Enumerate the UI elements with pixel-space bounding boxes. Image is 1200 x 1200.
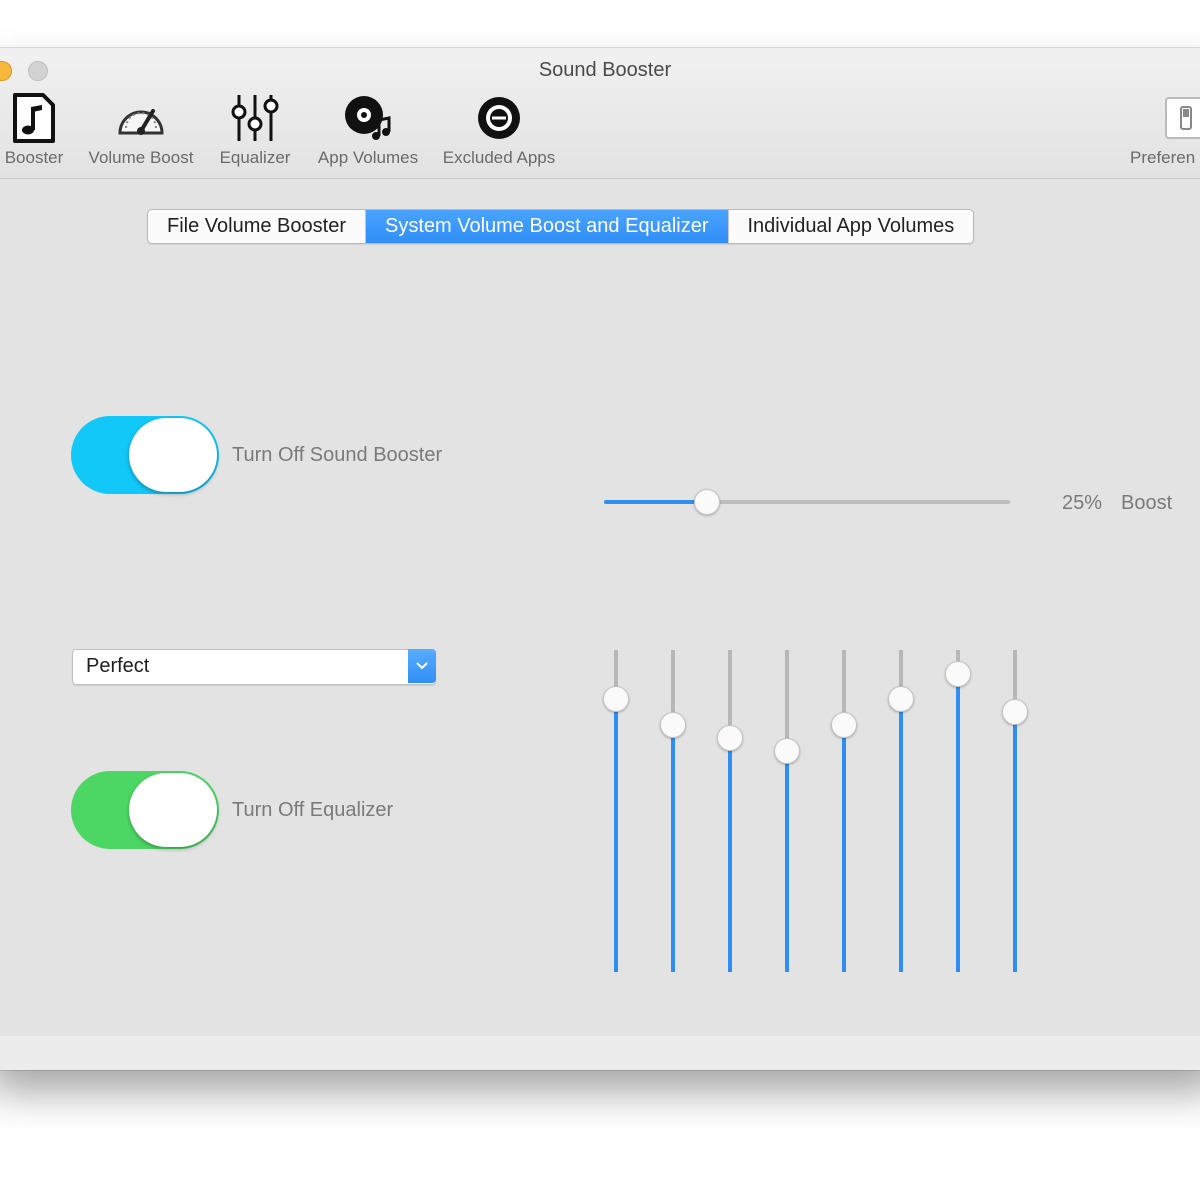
tab-system-volume-boost-and-equalizer[interactable]: System Volume Boost and Equalizer xyxy=(365,210,729,243)
toggle-knob xyxy=(129,418,217,492)
title-bar: Sound Booster Booster Volume Boost Equal… xyxy=(0,48,1200,179)
equalizer-band-slider[interactable] xyxy=(1002,650,1028,972)
speedometer-icon xyxy=(80,92,202,144)
equalizer-band-knob[interactable] xyxy=(831,712,857,739)
equalizer-band-slider[interactable] xyxy=(603,650,629,972)
toolbar-item-booster[interactable]: Booster xyxy=(0,92,70,168)
tab-file-volume-booster[interactable]: File Volume Booster xyxy=(148,210,366,243)
equalizer-band-slider[interactable] xyxy=(831,650,857,972)
equalizer-band-knob[interactable] xyxy=(717,724,743,751)
equalizer-band-slider[interactable] xyxy=(888,650,914,972)
toolbar-label: Equalizer xyxy=(219,148,291,167)
tab-individual-app-volumes[interactable]: Individual App Volumes xyxy=(729,210,974,243)
app-volumes-icon xyxy=(308,92,428,144)
equalizer-sliders-icon xyxy=(212,92,298,144)
equalizer-band-slider[interactable] xyxy=(945,650,971,972)
toolbar-label: App Volumes xyxy=(317,148,419,167)
equalizer-band-track xyxy=(728,650,732,737)
equalizer-band-knob[interactable] xyxy=(1002,699,1028,726)
equalizer-preset-value: Perfect xyxy=(86,655,150,677)
equalizer-band-fill xyxy=(1013,711,1017,972)
boost-slider[interactable] xyxy=(604,489,1010,515)
sound-booster-toggle-label: Turn Off Sound Booster xyxy=(232,444,443,466)
equalizer-band-fill xyxy=(614,698,618,972)
equalizer-toggle-label: Turn Off Equalizer xyxy=(232,799,394,821)
toggle-knob xyxy=(129,773,217,847)
toolbar-item-volume-boost[interactable]: Volume Boost xyxy=(80,92,202,168)
sound-booster-toggle[interactable] xyxy=(71,416,219,494)
boost-slider-knob[interactable] xyxy=(693,489,720,515)
boost-label: Boost xyxy=(1121,492,1173,514)
preferences-switch-icon xyxy=(1130,92,1200,144)
excluded-apps-icon xyxy=(432,92,566,144)
equalizer-band-fill xyxy=(842,724,846,972)
equalizer-band-slider[interactable] xyxy=(774,650,800,972)
equalizer-band-slider[interactable] xyxy=(660,650,686,972)
app-window: Sound Booster Booster Volume Boost Equal… xyxy=(0,48,1200,1070)
window-title: Sound Booster xyxy=(538,59,672,81)
window-bottom-bar xyxy=(0,1036,1200,1070)
boost-slider-fill xyxy=(604,500,706,504)
equalizer-band-track xyxy=(785,650,789,750)
equalizer-band-knob[interactable] xyxy=(660,712,686,739)
equalizer-toggle[interactable] xyxy=(71,771,219,849)
chevron-down-icon[interactable] xyxy=(408,649,436,683)
toolbar-item-app-volumes[interactable]: App Volumes xyxy=(308,92,428,168)
equalizer-band-slider[interactable] xyxy=(717,650,743,972)
tab-bar: File Volume Booster System Volume Boost … xyxy=(147,209,975,244)
music-file-icon xyxy=(0,92,70,144)
toolbar-item-excluded-apps[interactable]: Excluded Apps xyxy=(432,92,566,168)
equalizer-band-fill xyxy=(728,736,732,972)
equalizer-band-fill xyxy=(956,672,960,972)
toolbar-label: Excluded Apps xyxy=(442,148,556,167)
toolbar-item-preferences[interactable]: Preferen xyxy=(1130,92,1200,168)
equalizer-band-fill xyxy=(671,724,675,972)
equalizer-preset-select[interactable]: Perfect xyxy=(72,649,436,685)
toolbar-item-equalizer[interactable]: Equalizer xyxy=(212,92,298,168)
equalizer-band-fill xyxy=(785,749,789,972)
equalizer-band-fill xyxy=(899,698,903,972)
equalizer-band-knob[interactable] xyxy=(888,686,914,713)
equalizer-band-knob[interactable] xyxy=(603,686,629,713)
boost-percent: 25% xyxy=(1062,492,1103,514)
toolbar-label: Volume Boost xyxy=(88,148,194,167)
toolbar-label: Booster xyxy=(4,148,64,167)
equalizer-band-knob[interactable] xyxy=(945,660,971,687)
equalizer-band-knob[interactable] xyxy=(774,737,800,764)
toolbar-label: Preferen xyxy=(1130,148,1196,167)
